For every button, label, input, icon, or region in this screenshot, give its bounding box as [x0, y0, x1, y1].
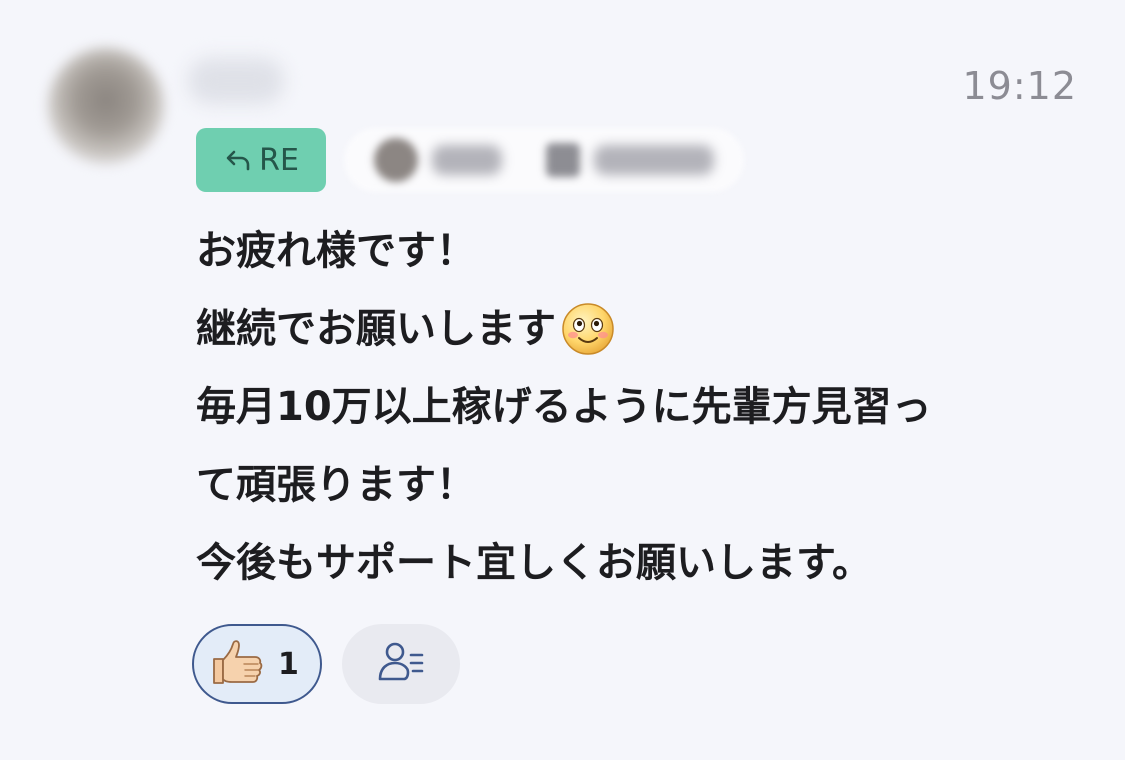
- sender-name-blurred[interactable]: [188, 58, 284, 104]
- reply-arrow-icon: [223, 145, 253, 175]
- reply-badge[interactable]: RE: [196, 128, 326, 192]
- message-body: お疲れ様です！ 継続でお願いします 毎月10万以上稼げるように先輩方見習っ て頑…: [196, 212, 1076, 602]
- message-line: て頑張ります！: [196, 446, 1076, 524]
- mention-name-blurred[interactable]: [432, 145, 502, 175]
- message-line: 今後もサポート宜しくお願いします。: [196, 524, 1076, 602]
- reply-badge-label: RE: [259, 142, 299, 178]
- message-line: 毎月10万以上稼げるように先輩方見習っ: [196, 368, 1076, 446]
- readers-list-icon: [375, 639, 427, 689]
- message-line-text: お疲れ様です！: [196, 228, 476, 274]
- reply-mentions-blurred: [344, 128, 744, 192]
- thumbs-up-icon: [208, 637, 266, 691]
- smiling-face-emoji-icon: [560, 301, 616, 357]
- message-line-text: て頑張ります！: [196, 462, 476, 508]
- reaction-count: 1: [278, 646, 299, 682]
- thumbs-up-reaction-button[interactable]: 1: [192, 624, 322, 704]
- message-line-text: 毎月10万以上稼げるように先輩方見習っ: [196, 384, 932, 430]
- message-line: 継続でお願いします: [196, 290, 1076, 368]
- chat-message: 19:12 RE お疲れ様です！ 継続でお願いします 毎月10万以上稼げるように…: [0, 0, 1125, 760]
- mention-avatar[interactable]: [374, 138, 418, 182]
- message-line-text: 継続でお願いします: [196, 306, 556, 352]
- message-line: お疲れ様です！: [196, 212, 1076, 290]
- sender-avatar[interactable]: [48, 48, 164, 164]
- message-timestamp: 19:12: [962, 64, 1077, 108]
- mention-avatar[interactable]: [546, 143, 580, 177]
- message-line-text: 今後もサポート宜しくお願いします。: [196, 540, 872, 586]
- reaction-bar: 1: [192, 624, 460, 704]
- read-receipts-button[interactable]: [342, 624, 460, 704]
- reply-header: RE: [196, 128, 744, 192]
- mention-name-blurred[interactable]: [594, 145, 714, 175]
